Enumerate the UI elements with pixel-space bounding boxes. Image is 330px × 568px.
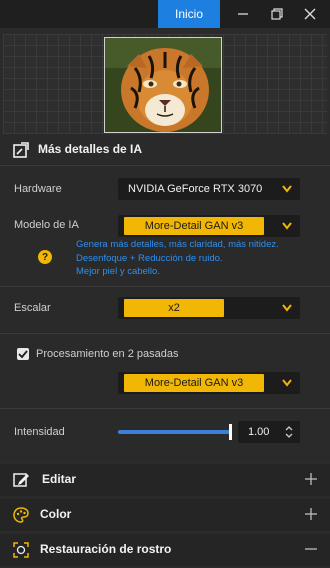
edit-section-label: Editar <box>42 472 77 486</box>
maximize-button[interactable] <box>262 0 292 28</box>
face-restoration-label: Restauración de rostro <box>40 542 172 556</box>
color-section-header[interactable]: Color <box>0 499 330 531</box>
two-pass-model-value: More-Detail GAN v3 <box>124 374 264 392</box>
tiger-image <box>105 38 221 132</box>
ai-details-header[interactable]: Más detalles de IA <box>0 134 330 166</box>
palette-icon <box>12 506 30 524</box>
expand-plus-icon[interactable] <box>304 472 318 486</box>
enhance-icon <box>12 141 30 159</box>
start-button[interactable]: Inicio <box>158 0 220 28</box>
hardware-select[interactable]: NVIDIA GeForce RTX 3070 <box>118 178 300 200</box>
close-icon <box>304 8 316 20</box>
divider <box>0 286 330 287</box>
close-button[interactable] <box>295 0 325 28</box>
chevron-down-icon <box>282 222 292 230</box>
ai-model-label: Modelo de IA <box>14 219 79 231</box>
help-icon[interactable]: ? <box>38 250 52 264</box>
face-icon <box>12 541 30 559</box>
chevron-down-icon <box>282 304 292 312</box>
collapse-minus-icon[interactable] <box>304 542 318 556</box>
edit-section-header[interactable]: Editar <box>0 464 330 496</box>
ai-model-select[interactable]: More-Detail GAN v3 <box>118 215 300 237</box>
intensity-value: 1.00 <box>248 426 270 438</box>
minimize-icon <box>238 13 248 15</box>
divider <box>0 165 330 166</box>
image-thumbnail[interactable] <box>104 37 222 133</box>
color-section-label: Color <box>40 507 72 521</box>
chevron-down-icon <box>282 185 292 193</box>
expand-plus-icon[interactable] <box>304 507 318 521</box>
hardware-value: NVIDIA GeForce RTX 3070 <box>128 183 263 195</box>
two-pass-model-select[interactable]: More-Detail GAN v3 <box>118 372 300 394</box>
info-line: Genera más detalles, más claridad, más n… <box>76 239 279 250</box>
divider <box>0 333 330 334</box>
edit-icon <box>12 471 30 489</box>
title-bar: Inicio <box>0 0 330 28</box>
info-line: Desenfoque + Reducción de ruido. <box>76 252 223 264</box>
two-pass-label: Procesamiento en 2 pasadas <box>36 348 179 360</box>
scale-select[interactable]: x2 <box>118 297 300 319</box>
ai-model-description: Genera más detalles, más claridad, más n… <box>76 238 326 279</box>
face-restoration-header[interactable]: Restauración de rostro <box>0 534 330 566</box>
intensity-label: Intensidad <box>14 426 65 438</box>
divider <box>0 408 330 409</box>
spinner-arrows-icon[interactable] <box>284 424 294 440</box>
intensity-stepper[interactable]: 1.00 <box>238 421 300 443</box>
hardware-label: Hardware <box>14 183 62 195</box>
checkmark-icon <box>18 350 28 359</box>
intensity-slider-handle[interactable] <box>229 424 232 440</box>
chevron-down-icon <box>282 379 292 387</box>
two-pass-checkbox[interactable] <box>17 348 29 360</box>
restore-icon <box>271 8 283 20</box>
image-preview-area <box>3 34 327 134</box>
info-line: Mejor piel y cabello. <box>76 266 160 277</box>
minimize-button[interactable] <box>228 0 258 28</box>
intensity-slider[interactable] <box>118 430 232 434</box>
scale-label: Escalar <box>14 302 51 314</box>
ai-model-value: More-Detail GAN v3 <box>124 217 264 235</box>
scale-value: x2 <box>124 299 224 317</box>
ai-details-title: Más detalles de IA <box>38 142 143 156</box>
